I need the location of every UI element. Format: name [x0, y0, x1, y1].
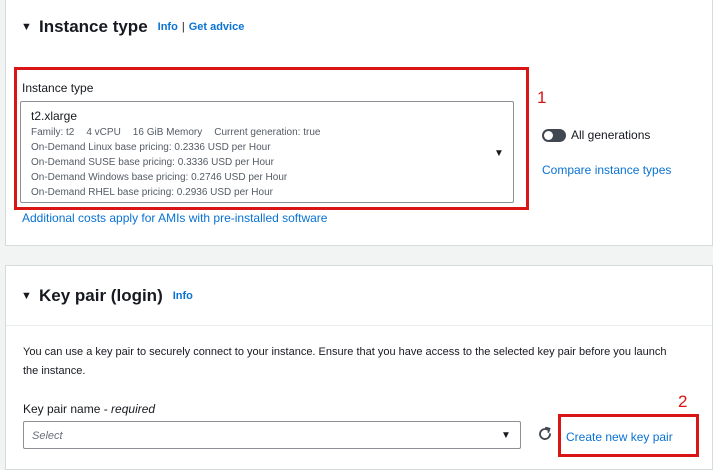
section-title: Instance type: [39, 17, 148, 36]
info-link[interactable]: Info: [173, 290, 193, 302]
key-pair-label-text: Key pair name: [23, 402, 101, 416]
required-text: required: [111, 402, 156, 416]
link-separator: |: [181, 21, 185, 33]
instance-type-header[interactable]: ▼ Instance type Info | Get advice: [21, 17, 244, 37]
all-generations-toggle[interactable]: [542, 129, 566, 142]
key-pair-header[interactable]: ▼ Key pair (login) Info: [21, 286, 193, 306]
header-links: Info: [173, 290, 193, 302]
key-pair-field-label: Key pair name - required: [23, 402, 156, 416]
header-links: Info | Get advice: [158, 21, 245, 33]
refresh-icon[interactable]: [537, 426, 553, 442]
annotation-number-1: 1: [537, 88, 547, 107]
annotation-box-1: [14, 67, 529, 210]
key-pair-select[interactable]: Select ▼: [23, 421, 521, 449]
caret-down-icon[interactable]: ▼: [21, 21, 39, 33]
annotation-box-2: [558, 414, 699, 457]
annotation-number-2: 2: [678, 392, 688, 411]
all-generations-label: All generations: [571, 128, 651, 142]
select-placeholder: Select: [32, 430, 63, 442]
additional-costs-link[interactable]: Additional costs apply for AMIs with pre…: [22, 211, 327, 225]
toggle-knob: [544, 131, 553, 140]
dropdown-arrow-icon[interactable]: ▼: [501, 430, 511, 441]
section-divider: [6, 325, 712, 326]
caret-down-icon[interactable]: ▼: [21, 290, 39, 302]
key-pair-description: You can use a key pair to securely conne…: [23, 346, 667, 377]
info-link[interactable]: Info: [158, 21, 178, 33]
section-title: Key pair (login): [39, 286, 163, 305]
compare-instance-types-link[interactable]: Compare instance types: [542, 163, 671, 177]
get-advice-link[interactable]: Get advice: [189, 21, 245, 33]
